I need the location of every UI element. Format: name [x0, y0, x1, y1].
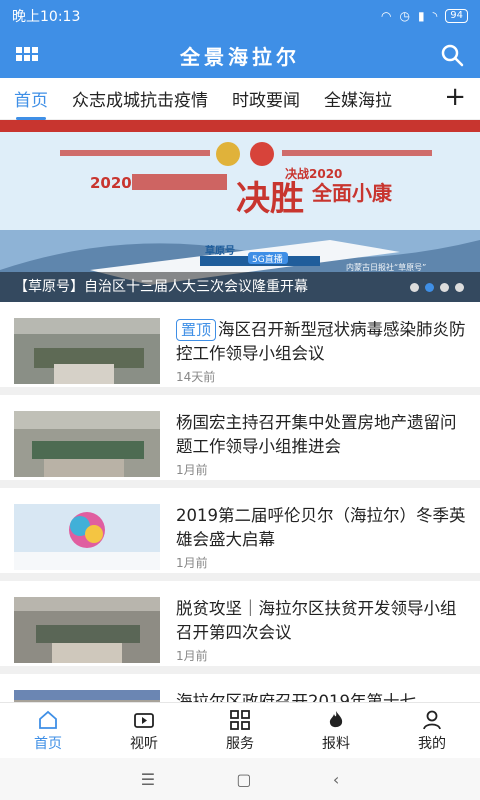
- battery-icon: 94: [445, 9, 468, 23]
- news-time: 14天前: [176, 370, 216, 384]
- nav-report[interactable]: 报料: [288, 703, 384, 758]
- news-item[interactable]: 置顶 海区召开新型冠状病毒感染肺炎防控工作领导小组会议 14天前: [0, 302, 480, 395]
- tab-politics[interactable]: 时政要闻: [232, 86, 300, 111]
- carousel-dot[interactable]: [455, 283, 464, 292]
- news-time: 1月前: [176, 463, 208, 477]
- headset-icon: ◠: [381, 9, 392, 23]
- signal-icon: ▮: [418, 9, 425, 23]
- nav-home[interactable]: 首页: [0, 703, 96, 758]
- news-time: 1月前: [176, 649, 208, 663]
- carousel-dots: [410, 283, 464, 292]
- news-thumbnail: [14, 318, 160, 384]
- emblem-icon: [216, 142, 240, 166]
- wifi-icon: ◝: [432, 9, 438, 23]
- news-item[interactable]: 脱贫攻坚｜海拉尔区扶贫开发领导小组召开第四次会议 1月前: [0, 581, 480, 674]
- news-thumbnail: [14, 597, 160, 663]
- tab-home[interactable]: 首页: [14, 86, 48, 120]
- news-time: 1月前: [176, 556, 208, 570]
- status-icons: ◠ ◷ ▮ ◝ 94: [381, 9, 468, 23]
- pinned-badge: 置顶: [176, 319, 217, 341]
- nav-label: 报料: [322, 735, 350, 752]
- news-title: 脱贫攻坚｜海拉尔区扶贫开发领导小组召开第四次会议: [176, 599, 457, 642]
- banner-badge: 5G直播: [252, 253, 283, 265]
- nav-service[interactable]: 服务: [192, 703, 288, 758]
- banner-source: 内蒙古日报社“草原号”: [346, 262, 426, 272]
- news-title: 杨国宏主持召开集中处置房地产遗留问题工作领导小组推进会: [176, 413, 457, 456]
- flame-icon: [329, 710, 343, 727]
- news-thumbnail: [14, 690, 160, 702]
- home-icon: [39, 710, 57, 729]
- status-time: 晚上10:13: [12, 9, 81, 25]
- status-bar: 晚上10:13 ◠ ◷ ▮ ◝ 94: [0, 0, 480, 32]
- app-header: 全景海拉尔: [0, 32, 480, 78]
- nav-video[interactable]: 视听: [96, 703, 192, 758]
- search-icon[interactable]: [440, 43, 464, 67]
- news-thumbnail: [14, 504, 160, 570]
- recent-apps-icon[interactable]: ☰: [141, 770, 155, 789]
- banner-carousel[interactable]: 2020 决战2020 决胜 全面小康 5G直播 草原号 内蒙古日报社“草原号”…: [0, 120, 480, 302]
- news-title: 海拉尔区政府召开2019年第十七: [176, 692, 416, 702]
- banner-brand: 草原号: [205, 244, 235, 257]
- news-item[interactable]: 海拉尔区政府召开2019年第十七: [0, 674, 480, 702]
- menu-grid-icon[interactable]: [16, 45, 38, 65]
- grid-icon: [230, 709, 250, 730]
- news-item[interactable]: 杨国宏主持召开集中处置房地产遗留问题工作领导小组推进会 1月前: [0, 395, 480, 488]
- nav-label: 首页: [34, 735, 62, 752]
- nav-label: 视听: [130, 735, 158, 752]
- tab-epidemic[interactable]: 众志成城抗击疫情: [72, 86, 208, 111]
- news-item[interactable]: 2019第二届呼伦贝尔（海拉尔）冬季英雄会盛大启幕 1月前: [0, 488, 480, 581]
- news-title: 置顶 海区召开新型冠状病毒感染肺炎防控工作领导小组会议: [176, 319, 466, 363]
- tab-media[interactable]: 全媒海拉: [324, 86, 392, 111]
- nav-label: 我的: [418, 735, 446, 752]
- carousel-dot[interactable]: [410, 283, 419, 292]
- alarm-icon: ◷: [399, 9, 410, 23]
- bottom-nav: 首页 视听 服务 报料 我的: [0, 702, 480, 758]
- carousel-dot[interactable]: [440, 283, 449, 292]
- home-button-icon[interactable]: ▢: [236, 770, 251, 789]
- banner-slogan-right: 全面小康: [311, 181, 393, 205]
- news-thumbnail: [14, 411, 160, 477]
- news-title: 2019第二届呼伦贝尔（海拉尔）冬季英雄会盛大启幕: [176, 506, 466, 549]
- carousel-dot-active[interactable]: [425, 283, 434, 292]
- nav-profile[interactable]: 我的: [384, 703, 480, 758]
- user-icon: [423, 710, 441, 729]
- banner-year: 2020: [90, 174, 132, 192]
- channel-tabs: 首页 众志成城抗击疫情 时政要闻 全媒海拉 +: [0, 78, 480, 120]
- back-icon[interactable]: ‹: [333, 770, 339, 789]
- banner-caption[interactable]: 【草原号】自治区十三届人大三次会议隆重开幕: [0, 272, 480, 302]
- app-title: 全景海拉尔: [180, 44, 300, 69]
- news-list: 置顶 海区召开新型冠状病毒感染肺炎防控工作领导小组会议 14天前 杨国宏主持召开集…: [0, 302, 480, 702]
- add-channel-icon[interactable]: +: [440, 84, 466, 110]
- video-icon: [134, 712, 154, 728]
- banner-slogan-big: 决胜: [236, 179, 304, 219]
- system-nav-bar: ☰ ▢ ‹: [0, 758, 480, 800]
- emblem-icon: [250, 142, 274, 166]
- nav-label: 服务: [226, 735, 254, 752]
